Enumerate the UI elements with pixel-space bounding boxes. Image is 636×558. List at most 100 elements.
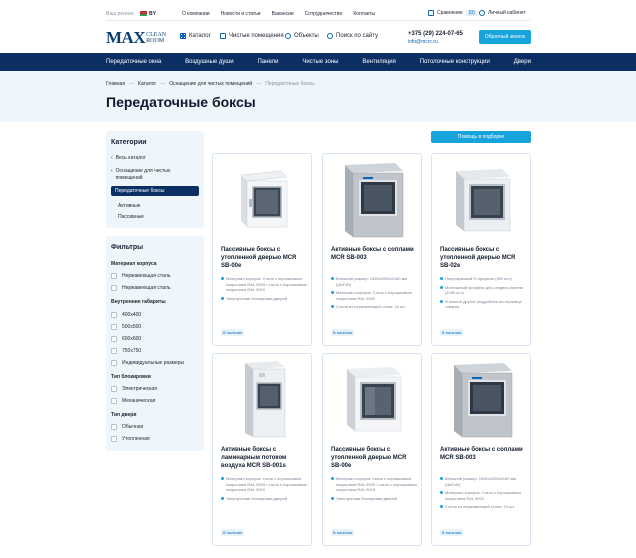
objects-link[interactable]: Объекты [285,33,319,39]
belarus-flag-icon[interactable] [140,11,147,16]
bullet-icon [221,296,224,300]
categories-title: Категории [111,139,147,146]
product-title[interactable]: Пассивные боксы с утопленной дверью MCR … [221,246,307,270]
category-active-boxes[interactable]: Активные [118,203,140,209]
filter-group-dimensions: Внутренние габариты [111,299,166,305]
feature-item: И многое другое (подробнее на странице т… [440,299,528,310]
nav-transfer-windows[interactable]: Передаточные окна [106,59,161,65]
catalog-link[interactable]: Каталог [180,33,211,39]
page-hero [0,71,636,122]
filter-group-lock-type: Тип блокировки [111,374,151,380]
top-nav-vacancies[interactable]: Вакансии [272,11,294,17]
breadcrumb-equipment[interactable]: Оснащение для чистых помещений [169,81,252,87]
category-all[interactable]: ‹ Весь каталог [111,155,146,161]
main-nav: Передаточные окна Воздушные души Панели … [0,53,636,71]
product-title[interactable]: Активные боксы с соплами MCR SB-003 [331,246,417,262]
callback-button[interactable]: Обратный звонок [479,30,531,44]
product-card[interactable]: Пассивные боксы с утопленной дверью MCR … [431,153,531,346]
bullet-icon [440,491,443,494]
category-active[interactable]: Передаточные боксы [111,186,199,196]
checkbox[interactable] [111,398,117,404]
filter-option[interactable]: Электрическая [111,386,157,392]
nav-ventilation[interactable]: Вентиляция [362,59,396,65]
checkbox[interactable] [111,424,117,430]
search-link[interactable]: Поиск по сайту [327,33,378,39]
product-features: Внешний размер: 1000х2000х2180 мм (ШхГхВ… [440,476,528,513]
product-card[interactable]: Активные боксы с ламинарным потоком возд… [212,353,312,546]
nav-ceiling-systems[interactable]: Потолочные конструкции [420,59,490,65]
bullet-icon [331,496,334,500]
nav-air-showers[interactable]: Воздушные души [185,59,234,65]
checkbox[interactable] [111,273,117,279]
breadcrumb: Главная — Каталог — Оснащение для чистых… [106,81,315,87]
checkbox[interactable] [111,336,117,342]
filter-option[interactable]: 600х600 [111,336,141,342]
feature-item: Материал корпуса: Сталь с порошковым пок… [331,290,419,301]
top-nav-about[interactable]: О компании [182,11,210,17]
checkbox[interactable] [111,386,117,392]
category-passive-boxes[interactable]: Пассивные [118,214,144,220]
stock-badge: В наличии [221,329,245,336]
breadcrumb-home[interactable]: Главная [106,81,125,87]
checkbox[interactable] [111,360,117,366]
checkbox[interactable] [111,324,117,330]
filter-option[interactable]: Механическая [111,398,155,404]
checkbox[interactable] [111,285,117,291]
filter-option[interactable]: Нержавеющая сталь [111,273,170,279]
email-link[interactable]: info@mcrc.ru [408,39,438,45]
search-label: Поиск по сайту [336,33,379,39]
checkbox[interactable] [111,348,117,354]
account-label: Личный кабинет [488,10,526,16]
checkbox[interactable] [111,312,117,318]
region-selector[interactable]: BY [149,11,156,17]
category-parent[interactable]: ‹ Оснащение для чистых помещений [111,168,197,182]
product-card[interactable]: Пассивные боксы с утопленной дверью MCR … [322,353,422,546]
filters-title: Фильтры [111,244,144,251]
product-card[interactable]: Активные боксы с соплами MCR SB-003 Внеш… [431,353,531,546]
account-link[interactable]: Личный кабинет [479,10,526,16]
product-image [347,367,402,432]
chevron-left-icon: ‹ [111,155,113,161]
bullet-icon [331,305,334,308]
product-title[interactable]: Активные боксы с соплами MCR SB-003 [440,446,526,462]
nav-doors[interactable]: Двери [514,59,531,65]
compare-link[interactable]: Сравнение (0) [428,10,478,16]
filter-option[interactable]: Утопленная [111,436,150,442]
top-nav: О компании Новости и статьи Вакансии Сот… [182,11,375,17]
product-title[interactable]: Активные боксы с ламинарным потоком возд… [221,446,307,470]
product-card[interactable]: Активные боксы с соплами MCR SB-003 Внеш… [322,153,422,346]
top-nav-contacts[interactable]: Контакты [353,11,375,17]
filter-option[interactable]: 750х750 [111,348,141,354]
product-card[interactable]: Пассивные боксы с утопленной дверью MCR … [212,153,312,346]
product-title[interactable]: Пассивные боксы с утопленной дверью MCR … [331,446,417,470]
bullet-icon [440,505,443,508]
product-image [345,163,404,238]
phone-number[interactable]: +375 (29) 224-07-65 [408,31,463,37]
logo[interactable]: MAX CLEAN ROOM [106,28,166,47]
checkbox[interactable] [111,436,117,442]
bullet-icon [440,477,443,480]
search-icon [327,33,333,39]
filter-option[interactable]: Обычная [111,424,143,430]
filter-option[interactable]: 500х500 [111,324,141,330]
bullet-icon [331,477,334,480]
clean-rooms-link[interactable]: Чистые помещения [220,33,284,39]
breadcrumb-catalog[interactable]: Каталог [138,81,156,87]
stock-badge: В наличии [331,329,355,336]
breadcrumb-separator: — [129,81,135,87]
bullet-icon [440,277,443,280]
feature-item: Сопла из нержавеющей стали: 24 шт. [440,504,528,510]
filter-option[interactable]: Нержавеющая сталь [111,285,170,291]
top-nav-news[interactable]: Новости и статьи [221,11,261,17]
nav-clean-zones[interactable]: Чистые зоны [302,59,338,65]
product-title[interactable]: Пассивные боксы с утопленной дверью MCR … [440,246,526,270]
stock-badge: В наличии [440,529,464,536]
feature-item: Материал корпуса: Сталь с порошковым пок… [221,276,309,293]
bullet-icon [221,496,224,500]
top-nav-cooperation[interactable]: Сотрудничество [305,11,343,17]
filter-option[interactable]: Индивидуальные размеры [111,360,184,366]
help-selection-button[interactable]: Помощь в подборке [431,131,531,143]
nav-panels[interactable]: Панели [257,59,278,65]
filter-option[interactable]: 400х400 [111,312,141,318]
filters-panel [106,236,204,451]
